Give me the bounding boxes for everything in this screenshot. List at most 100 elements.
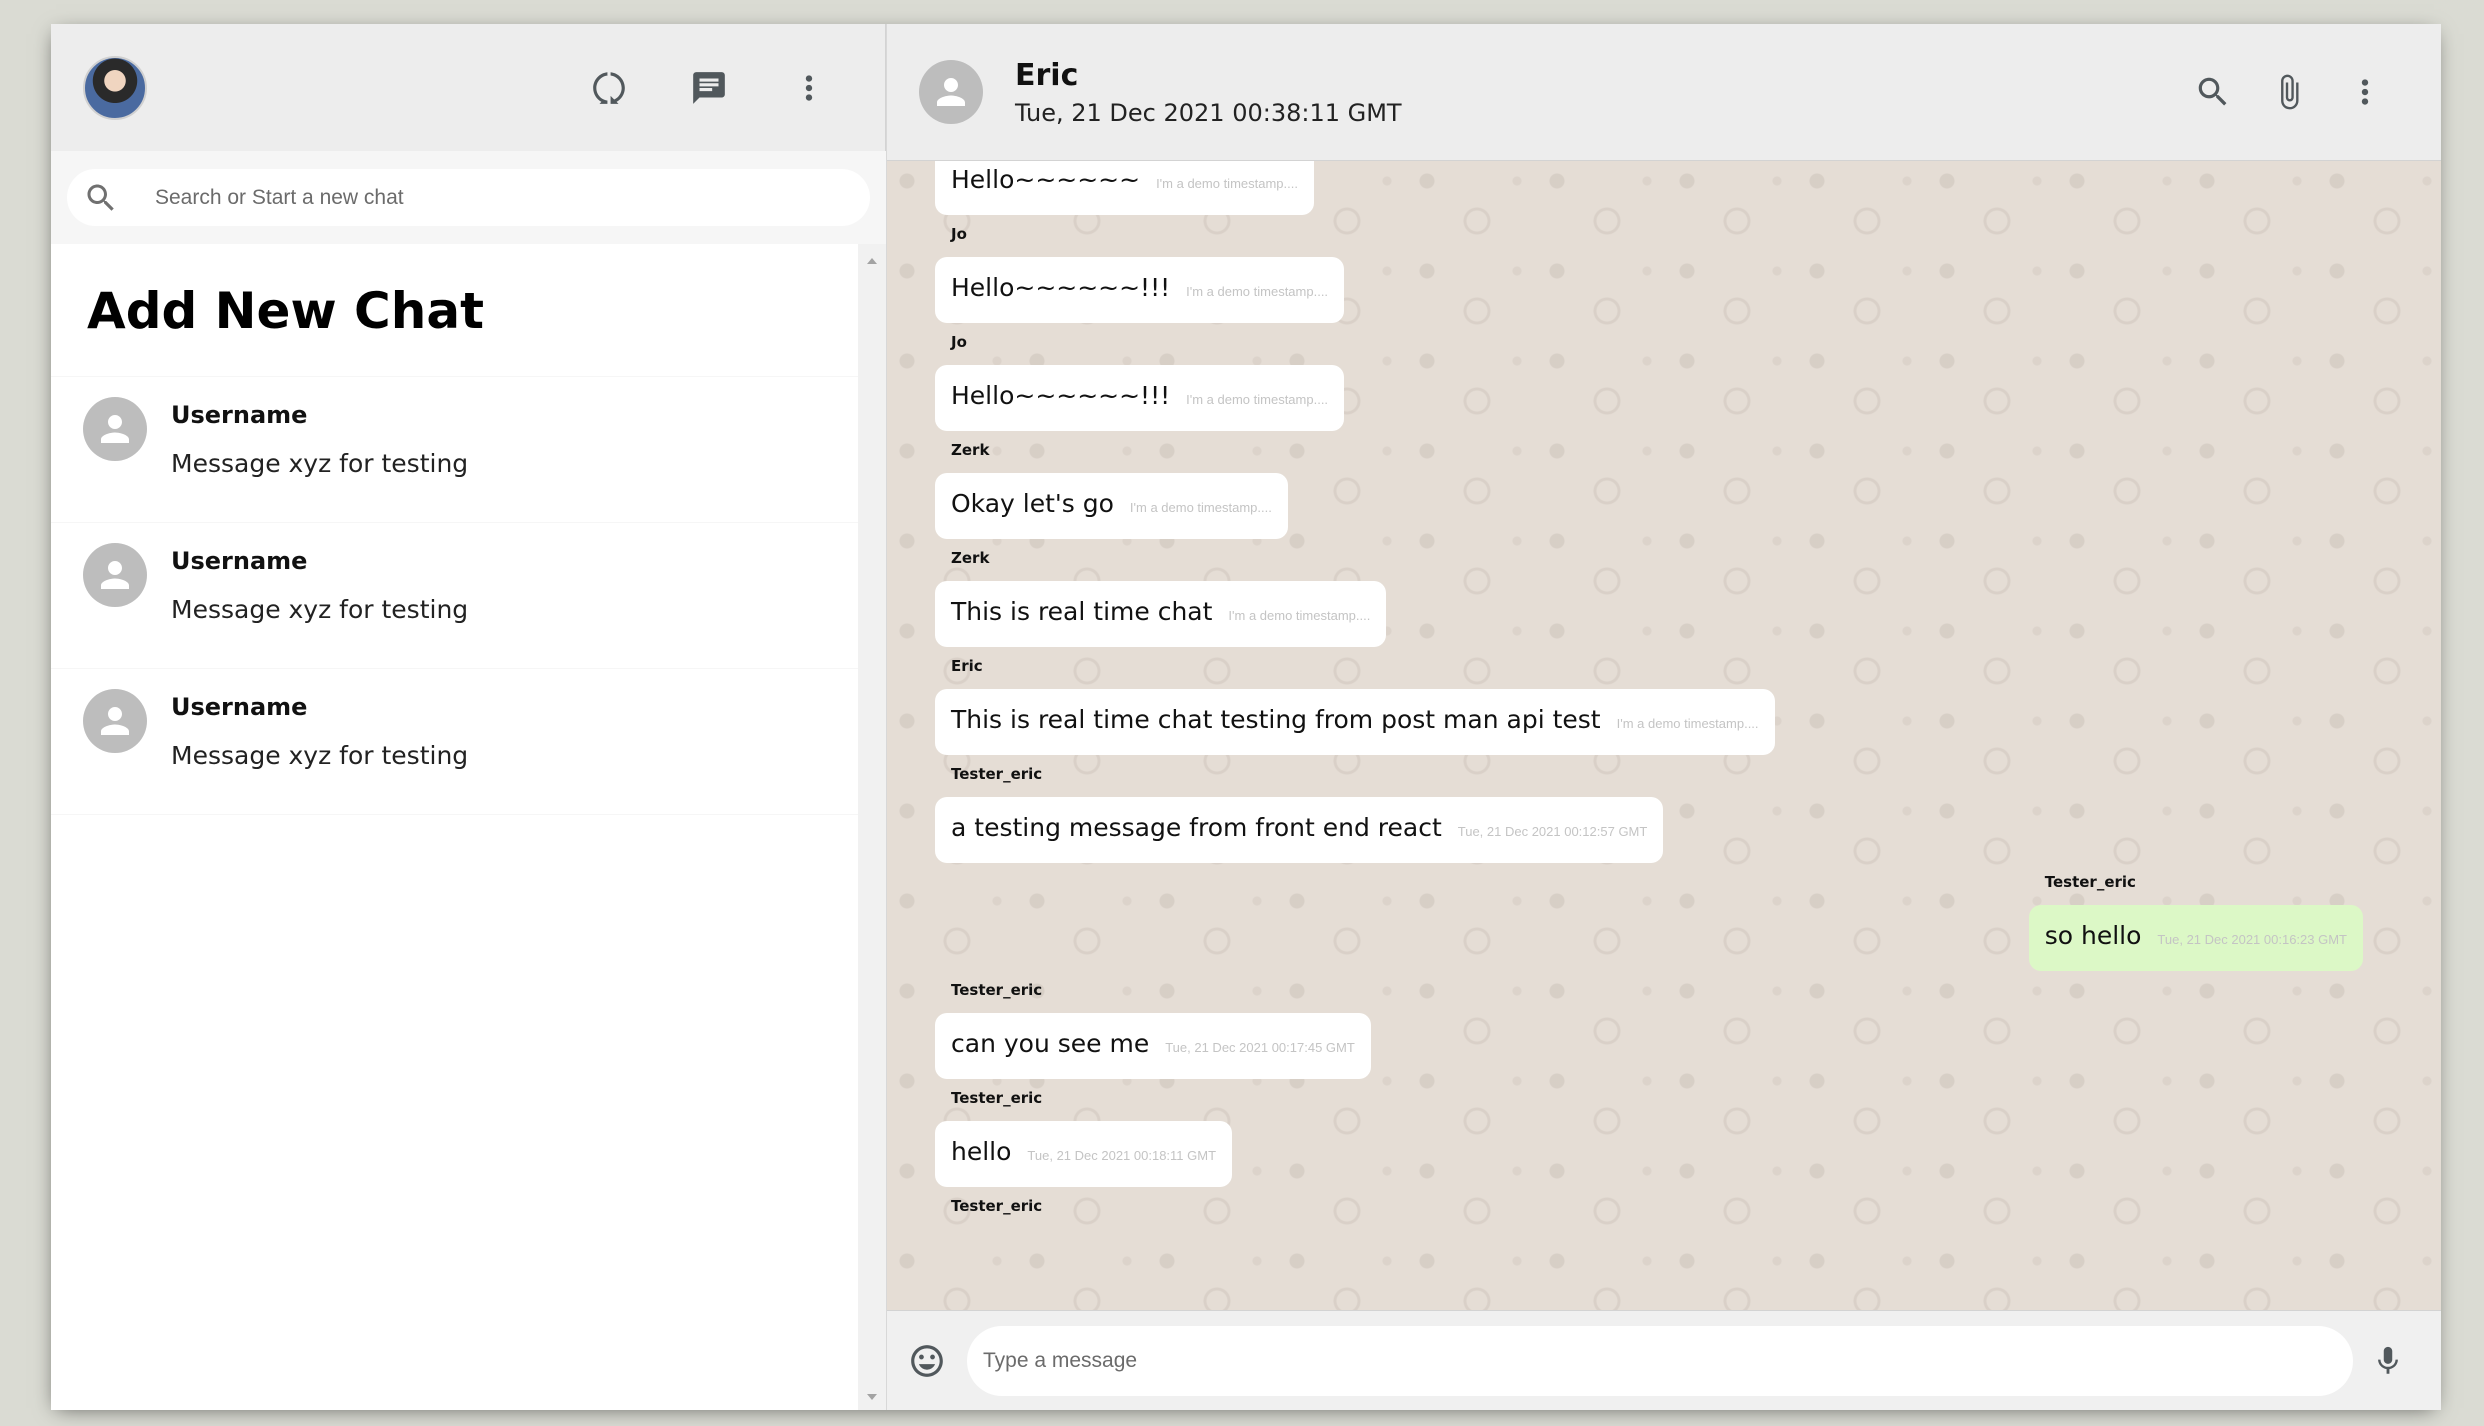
message-sender: Eric bbox=[951, 657, 983, 675]
chat-message: Eric This is real time chat testing from… bbox=[935, 657, 1775, 755]
chat-message: Jo Hello~~~~~~!!! I'm a demo timestamp..… bbox=[935, 333, 1345, 431]
attach-button[interactable] bbox=[2265, 68, 2313, 116]
chat-panel: Eric Tue, 21 Dec 2021 00:38:11 GMT Hello… bbox=[887, 24, 2441, 1410]
search-container bbox=[67, 169, 870, 226]
message-bubble[interactable]: Hello~~~~~~!!! I'm a demo timestamp.... bbox=[935, 365, 1345, 431]
status-button[interactable] bbox=[585, 64, 633, 112]
message-bubble[interactable]: can you see me Tue, 21 Dec 2021 00:17:45… bbox=[935, 1013, 1371, 1079]
sidebar-chat-item[interactable]: Username Message xyz for testing bbox=[51, 669, 858, 815]
sidebar-menu-button[interactable] bbox=[785, 64, 833, 112]
avatar bbox=[83, 543, 147, 607]
add-new-chat[interactable]: Add New Chat bbox=[51, 244, 858, 377]
message-text: Okay let's go bbox=[951, 489, 1114, 518]
message-bubble[interactable]: This is real time chat testing from post… bbox=[935, 689, 1775, 755]
message-sender: Zerk bbox=[951, 441, 990, 459]
voice-message-button[interactable] bbox=[2353, 1344, 2423, 1378]
message-text: This is real time chat bbox=[951, 597, 1213, 626]
chat-message: Tester_eric a testing message from front… bbox=[935, 765, 1664, 863]
new-chat-button[interactable] bbox=[685, 64, 733, 112]
message-timestamp: Tue, 21 Dec 2021 00:18:11 GMT bbox=[1027, 1148, 1217, 1163]
message-sender: Tester_eric bbox=[951, 765, 1043, 783]
chat-list-content: Add New Chat Username Message xyz for te… bbox=[51, 244, 858, 1410]
message-sender: Jo bbox=[951, 225, 967, 243]
message-timestamp: Tue, 21 Dec 2021 00:12:57 GMT bbox=[1457, 824, 1648, 839]
chat-footer bbox=[887, 1310, 2441, 1410]
contact-info: Eric Tue, 21 Dec 2021 00:38:11 GMT bbox=[1015, 58, 2189, 127]
status-icon bbox=[593, 71, 625, 104]
chat-item-info: Username Message xyz for testing bbox=[171, 547, 468, 624]
sidebar-search bbox=[51, 151, 886, 244]
emoji-icon bbox=[911, 1344, 943, 1377]
message-timestamp: I'm a demo timestamp.... bbox=[1186, 392, 1329, 407]
message-sender: Tester_eric bbox=[951, 1089, 1043, 1107]
scroll-down-arrow-icon[interactable] bbox=[867, 1394, 877, 1400]
sidebar-scrollbar[interactable] bbox=[858, 244, 886, 1410]
message-text: so hello bbox=[2044, 921, 2142, 950]
message-bubble[interactable]: This is real time chat I'm a demo timest… bbox=[935, 581, 1387, 647]
sidebar-header-actions bbox=[585, 64, 833, 112]
message-text: Hello~~~~~~!!! bbox=[951, 381, 1171, 410]
chat-item-info: Username Message xyz for testing bbox=[171, 401, 468, 478]
message-input[interactable] bbox=[967, 1325, 2353, 1396]
chat-item-last-message: Message xyz for testing bbox=[171, 595, 469, 624]
chat-message: Tester_eric bbox=[935, 1197, 1042, 1217]
search-icon bbox=[87, 184, 114, 211]
message-bubble[interactable]: so hello Tue, 21 Dec 2021 00:16:23 GMT bbox=[2028, 905, 2363, 971]
search-input[interactable] bbox=[155, 185, 755, 210]
message-timestamp: I'm a demo timestamp.... bbox=[1228, 608, 1371, 623]
sidebar-chat-item[interactable]: Username Message xyz for testing bbox=[51, 523, 858, 669]
message-timestamp: I'm a demo timestamp.... bbox=[1156, 176, 1298, 191]
person-icon bbox=[101, 415, 129, 443]
person-icon bbox=[937, 78, 965, 106]
chat-item-last-message: Message xyz for testing bbox=[171, 741, 469, 770]
attach-file-icon bbox=[2281, 74, 2299, 110]
message-timestamp: I'm a demo timestamp.... bbox=[1616, 716, 1759, 731]
avatar bbox=[83, 397, 147, 461]
more-vert-icon bbox=[805, 74, 813, 101]
chat-icon bbox=[693, 71, 725, 104]
contact-avatar[interactable] bbox=[919, 60, 983, 124]
search-messages-button[interactable] bbox=[2189, 68, 2237, 116]
avatar bbox=[83, 689, 147, 753]
person-icon bbox=[101, 561, 129, 589]
chat-message: Zerk Okay let's go I'm a demo timestamp.… bbox=[935, 441, 1288, 539]
sidebar-chat-item[interactable]: Username Message xyz for testing bbox=[51, 377, 858, 523]
message-text: a testing message from front end react bbox=[951, 813, 1442, 842]
message-timestamp: I'm a demo timestamp.... bbox=[1186, 284, 1329, 299]
message-sender: Jo bbox=[951, 333, 967, 351]
chat-item-last-message: Message xyz for testing bbox=[171, 449, 469, 478]
chat-message: Jo Hello~~~~~~!!! I'm a demo timestamp..… bbox=[935, 225, 1345, 323]
whatsapp-clone-app: Add New Chat Username Message xyz for te… bbox=[51, 24, 2441, 1410]
sidebar-chat-list: Add New Chat Username Message xyz for te… bbox=[51, 244, 886, 1410]
message-sender: Zerk bbox=[951, 549, 990, 567]
chat-item-name: Username bbox=[171, 693, 308, 721]
chat-item-name: Username bbox=[171, 401, 308, 429]
mic-icon bbox=[2378, 1346, 2398, 1374]
more-vert-icon bbox=[2361, 79, 2369, 105]
chat-messages[interactable]: Hello~~~~~~ I'm a demo timestamp.... Jo … bbox=[887, 161, 2441, 1310]
person-icon bbox=[101, 707, 129, 735]
chat-message: Hello~~~~~~ I'm a demo timestamp.... bbox=[935, 161, 1314, 215]
message-bubble[interactable]: a testing message from front end react T… bbox=[935, 797, 1664, 863]
message-bubble[interactable]: Hello~~~~~~!!! I'm a demo timestamp.... bbox=[935, 257, 1345, 323]
emoji-button[interactable] bbox=[887, 1342, 967, 1380]
contact-name: Eric bbox=[1015, 57, 1079, 93]
chat-menu-button[interactable] bbox=[2341, 68, 2389, 116]
scroll-up-arrow-icon[interactable] bbox=[867, 258, 877, 264]
sidebar: Add New Chat Username Message xyz for te… bbox=[51, 24, 887, 1410]
chat-item-name: Username bbox=[171, 547, 308, 575]
message-timestamp: Tue, 21 Dec 2021 00:16:23 GMT bbox=[2157, 932, 2347, 947]
message-text: Hello~~~~~~ bbox=[951, 165, 1141, 194]
chat-header-actions bbox=[2189, 68, 2389, 116]
message-bubble[interactable]: hello Tue, 21 Dec 2021 00:18:11 GMT bbox=[935, 1121, 1233, 1187]
message-bubble[interactable]: Hello~~~~~~ I'm a demo timestamp.... bbox=[935, 161, 1314, 215]
user-avatar[interactable] bbox=[83, 55, 147, 120]
message-text: can you see me bbox=[951, 1029, 1150, 1058]
search-icon bbox=[2198, 77, 2227, 106]
message-timestamp: I'm a demo timestamp.... bbox=[1129, 500, 1272, 515]
chat-item-info: Username Message xyz for testing bbox=[171, 693, 468, 770]
message-text: Hello~~~~~~!!! bbox=[951, 273, 1171, 302]
message-bubble[interactable]: Okay let's go I'm a demo timestamp.... bbox=[935, 473, 1288, 539]
message-text: This is real time chat testing from post… bbox=[951, 705, 1601, 734]
message-timestamp: Tue, 21 Dec 2021 00:17:45 GMT bbox=[1165, 1040, 1355, 1055]
